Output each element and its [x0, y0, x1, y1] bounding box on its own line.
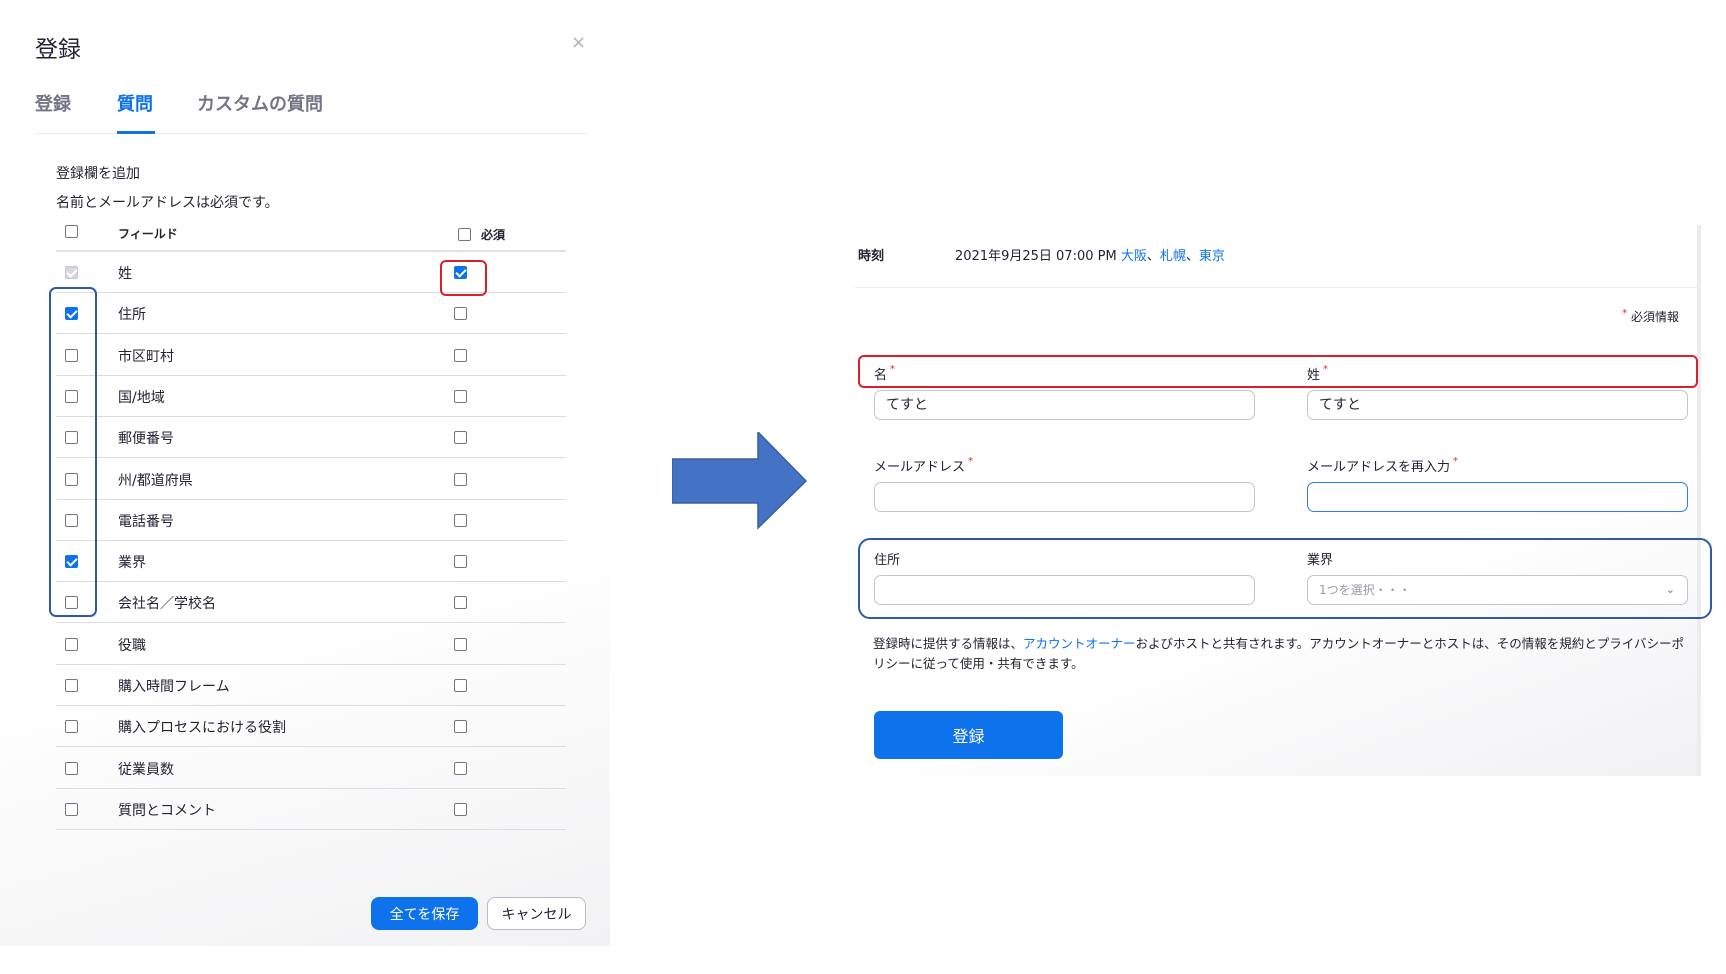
field-row: 国/地域: [56, 376, 566, 417]
registration-form-preview: 時刻 2021年9月25日 07:00 PM 大阪、札幌、東京 * 必須情報 名…: [855, 225, 1712, 776]
active-tab-indicator: [117, 131, 155, 134]
field-row: 郵便番号: [56, 417, 566, 459]
time-value: 2021年9月25日 07:00 PM 大阪、札幌、東京: [955, 245, 1225, 264]
added-fields-highlight-box: [858, 538, 1712, 619]
required-mark: *: [1622, 308, 1628, 319]
account-owner-link[interactable]: アカウントオーナー: [1023, 636, 1136, 651]
include-field-checkbox[interactable]: [65, 761, 78, 775]
field-label: 姓: [118, 266, 132, 282]
field-label: 電話番号: [118, 513, 174, 530]
field-label: 会社名／学校名: [118, 596, 216, 613]
field-label: 購入時間フレーム: [118, 679, 230, 695]
include-field-checkbox[interactable]: [65, 720, 78, 734]
save-all-button[interactable]: 全てを保存: [371, 897, 478, 930]
dialog-title: 登録: [35, 37, 81, 63]
email-confirm-label: メールアドレスを再入力 *: [1307, 456, 1458, 475]
timezone-link-osaka[interactable]: 大阪: [1121, 249, 1147, 264]
field-label: 郵便番号: [118, 431, 174, 448]
required-all-checkbox[interactable]: [458, 228, 471, 241]
right-arrow-icon: [672, 432, 808, 530]
email-confirm-input[interactable]: [1307, 482, 1688, 512]
required-field-checkbox[interactable]: [454, 679, 467, 692]
required-column-header: 必須: [481, 228, 506, 242]
required-note: * 必須情報: [1619, 308, 1679, 325]
field-label: 従業員数: [118, 761, 174, 778]
include-field-checkbox[interactable]: [65, 679, 78, 692]
privacy-text-before: 登録時に提供する情報は、: [873, 636, 1024, 651]
field-label: 購入プロセスにおける役割: [118, 720, 286, 737]
field-label: 役職: [118, 637, 146, 654]
email-confirm-label-text: メールアドレスを再入力: [1307, 460, 1451, 475]
field-row: 質問とコメント: [56, 789, 566, 830]
required-field-checkbox[interactable]: [454, 389, 467, 403]
email-label-text: メールアドレス: [874, 460, 966, 475]
required-highlight-box: [440, 260, 487, 296]
timezone-separator: 、: [1185, 249, 1199, 264]
field-label: 業界: [118, 555, 146, 572]
required-mark: *: [1453, 456, 1459, 467]
include-field-checkbox[interactable]: [65, 802, 78, 816]
field-label: 市区町村: [118, 348, 174, 365]
field-row: 州/都道府県: [56, 459, 566, 500]
email-label: メールアドレス *: [874, 456, 973, 475]
required-field-checkbox[interactable]: [454, 596, 467, 610]
required-field-checkbox[interactable]: [454, 472, 467, 486]
field-row: 購入プロセスにおける役割: [56, 706, 566, 748]
tab-custom-questions[interactable]: カスタムの質問: [197, 90, 323, 116]
field-row: 会社名／学校名: [56, 582, 566, 624]
tab-bar: 登録 質問 カスタムの質問: [35, 86, 588, 134]
last-name-input[interactable]: てすと: [1307, 390, 1688, 420]
timezone-separator: 、: [1146, 249, 1160, 264]
included-fields-highlight-box: [49, 287, 97, 617]
select-all-checkbox[interactable]: [65, 225, 78, 238]
timezone-link-sapporo[interactable]: 札幌: [1160, 249, 1186, 264]
required-field-checkbox[interactable]: [454, 513, 467, 527]
name-fields-highlight-box: [858, 355, 1698, 388]
register-button[interactable]: 登録: [874, 711, 1063, 759]
field-row: 姓: [56, 252, 566, 293]
field-column-header: フィールド: [118, 227, 178, 241]
field-label: 国/地域: [118, 389, 165, 406]
privacy-note: 登録時に提供する情報は、アカウントオーナーおよびホストと共有されます。アカウント…: [873, 634, 1693, 674]
required-field-checkbox[interactable]: [454, 431, 467, 445]
field-row: 役職: [56, 624, 566, 665]
required-field-checkbox[interactable]: [454, 637, 467, 651]
time-row: 時刻 2021年9月25日 07:00 PM 大阪、札幌、東京: [855, 225, 1697, 288]
time-label: 時刻: [858, 249, 885, 264]
field-row: 従業員数: [56, 748, 566, 789]
field-row: 業界: [56, 541, 566, 583]
timezone-link-tokyo[interactable]: 東京: [1199, 249, 1225, 264]
email-input[interactable]: [874, 482, 1255, 512]
required-field-checkbox[interactable]: [454, 307, 467, 321]
hint-body: 名前とメールアドレスは必須です。: [56, 195, 279, 211]
required-field-checkbox[interactable]: [454, 348, 467, 362]
field-label: 質問とコメント: [118, 802, 216, 819]
time-datetime: 2021年9月25日 07:00 PM: [955, 249, 1117, 264]
close-icon[interactable]: ×: [571, 32, 586, 53]
required-mark: *: [968, 456, 974, 467]
field-row: 住所: [56, 293, 566, 335]
required-note-text: 必須情報: [1630, 310, 1679, 324]
tab-questions[interactable]: 質問: [117, 90, 153, 116]
cancel-button[interactable]: キャンセル: [487, 897, 586, 930]
field-label: 住所: [118, 307, 146, 324]
required-field-checkbox[interactable]: [454, 802, 467, 816]
registration-settings-dialog: 登録 × 登録 質問 カスタムの質問 登録欄を追加 名前とメールアドレスは必須で…: [0, 0, 610, 946]
required-field-checkbox[interactable]: [454, 761, 467, 775]
field-table-header: フィールド 必須: [56, 216, 566, 252]
tab-registration[interactable]: 登録: [35, 90, 71, 116]
first-name-input[interactable]: てすと: [874, 390, 1255, 420]
field-row: 電話番号: [56, 500, 566, 541]
include-field-checkbox[interactable]: [65, 637, 78, 651]
field-row: 市区町村: [56, 335, 566, 376]
required-field-checkbox[interactable]: [454, 555, 467, 569]
field-row: 購入時間フレーム: [56, 665, 566, 706]
required-field-checkbox[interactable]: [454, 720, 467, 734]
include-field-checkbox: [65, 266, 78, 279]
hint-title: 登録欄を追加: [56, 166, 140, 182]
field-label: 州/都道府県: [118, 472, 193, 489]
